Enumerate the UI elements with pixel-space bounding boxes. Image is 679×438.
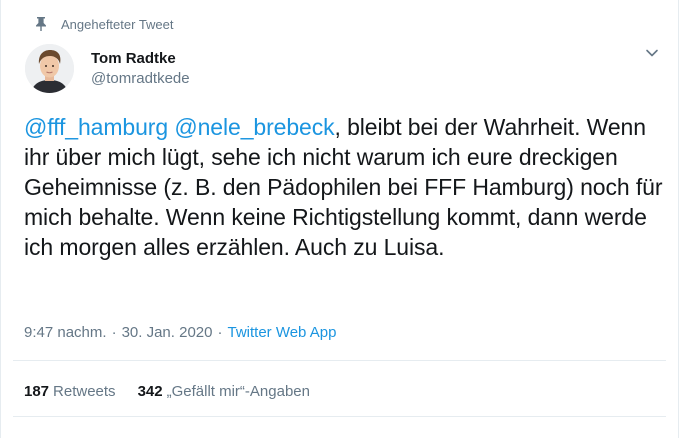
tweet-meta: 9:47 nachm. · 30. Jan. 2020 · Twitter We… [24,324,336,341]
retweets-stat[interactable]: 187 Retweets [24,383,116,400]
divider [13,416,666,417]
tweet-time[interactable]: 9:47 nachm. [24,324,107,341]
pinned-label: Angehefteter Tweet [61,16,174,32]
tweet-text: @fff_hamburg @nele_brebeck, bleibt bei d… [24,112,664,262]
tweet-stats: 187 Retweets 342 „Gefällt mir“-Angaben [24,383,332,400]
tweet-date[interactable]: 30. Jan. 2020 [122,324,213,341]
avatar[interactable] [25,44,74,93]
separator: · [217,324,223,341]
mention-link[interactable]: @nele_brebeck [174,114,334,140]
retweets-count: 187 [24,383,50,400]
tweet-text-segment: , bleibt bei der Wahrheit. [334,114,581,140]
divider [13,360,666,361]
author-name[interactable]: Tom Radtke [91,50,176,67]
tweet-source-link[interactable]: Twitter Web App [227,324,336,341]
likes-label: „Gefällt mir“-Angaben [166,383,310,400]
chevron-down-icon[interactable] [643,46,661,60]
retweets-label: Retweets [53,383,116,400]
separator: · [111,324,117,341]
author-handle[interactable]: @tomradtkede [91,70,190,87]
mention-link[interactable]: @fff_hamburg [24,114,168,140]
likes-count: 342 [137,383,163,400]
tweet-card: Angehefteter Tweet Tom Radtke @tomradtke… [0,0,679,438]
likes-stat[interactable]: 342 „Gefällt mir“-Angaben [138,383,310,400]
pinned-indicator: Angehefteter Tweet [36,14,174,34]
pin-icon [34,16,48,32]
